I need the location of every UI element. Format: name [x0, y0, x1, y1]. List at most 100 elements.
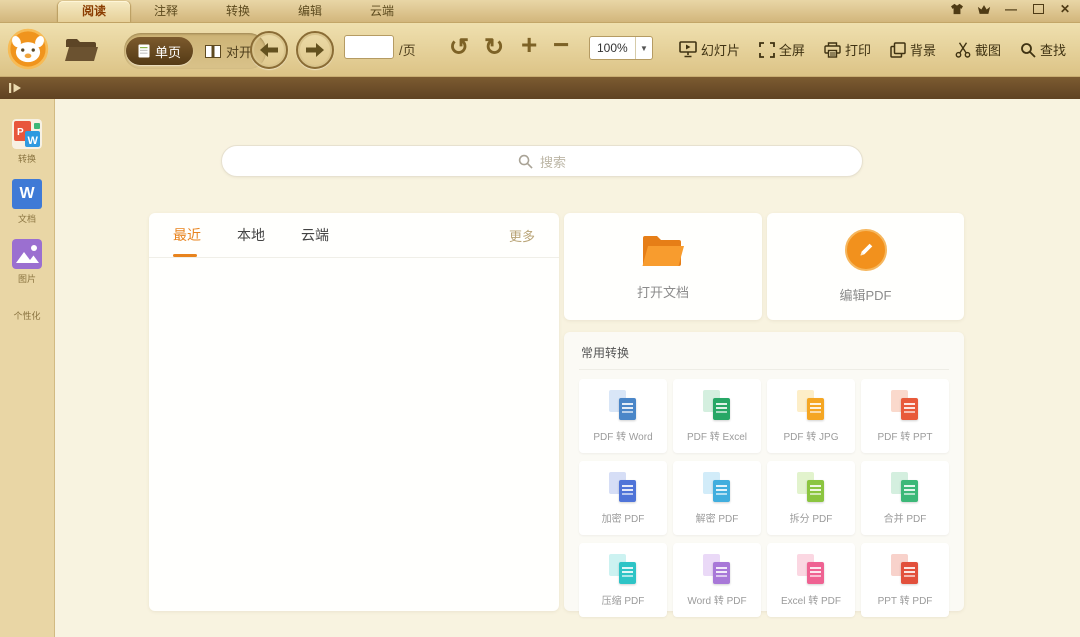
- tab-cloud-files[interactable]: 云端: [301, 213, 329, 257]
- conv-excel-to-pdf[interactable]: Excel 转 PDF: [767, 543, 855, 617]
- tab-recent[interactable]: 最近: [173, 213, 201, 257]
- zoom-out-button[interactable]: −: [553, 29, 569, 61]
- tab-edit[interactable]: 编辑: [274, 1, 346, 22]
- print-button[interactable]: 打印: [824, 40, 871, 59]
- conv-pdf-to-jpg[interactable]: PDF 转 JPG: [767, 379, 855, 453]
- shirt-icon: [951, 3, 963, 15]
- single-page-button[interactable]: 单页: [126, 37, 194, 65]
- tab-local[interactable]: 本地: [237, 213, 265, 257]
- collapse-panel-icon[interactable]: [8, 82, 22, 94]
- conversion-icon: [606, 471, 640, 504]
- svg-text:W: W: [28, 135, 39, 147]
- conversion-icon: [700, 553, 734, 586]
- fullscreen-icon: [759, 41, 775, 58]
- page-number-input[interactable]: [344, 35, 394, 59]
- zoom-in-button[interactable]: +: [521, 29, 537, 61]
- crown-icon: [977, 4, 991, 14]
- print-icon: [824, 41, 841, 58]
- conv-pdf-to-excel[interactable]: PDF 转 Excel: [673, 379, 761, 453]
- sidebar-personalize-link[interactable]: 个性化: [13, 309, 40, 322]
- conversion-icon: [700, 389, 734, 422]
- snapshot-button[interactable]: 截图: [955, 40, 1001, 59]
- sidebar-item-convert[interactable]: P W 转换: [12, 119, 42, 165]
- background-button[interactable]: 背景: [890, 40, 936, 59]
- image-icon: [12, 239, 42, 269]
- puppy-logo-icon: [7, 28, 49, 70]
- window-controls: — ✕: [950, 2, 1072, 16]
- fullscreen-button[interactable]: 全屏: [759, 40, 805, 59]
- conv-compress-pdf[interactable]: 压缩 PDF: [579, 543, 667, 617]
- search-placeholder: 搜索: [539, 154, 566, 170]
- main-toolbar: 单页 对开 /页 ↺ ↻ + − 100% ▼ 幻灯片 全屏 打印 背景 截图 …: [0, 23, 1080, 77]
- conversion-icon: [794, 389, 828, 422]
- zoom-level-select[interactable]: 100% ▼: [589, 36, 653, 60]
- conversion-icon: [888, 553, 922, 586]
- background-label: 背景: [909, 43, 936, 58]
- file-list-empty-body: [149, 258, 559, 611]
- conversion-icon: [794, 471, 828, 504]
- conv-word-to-pdf[interactable]: Word 转 PDF: [673, 543, 761, 617]
- rotate-right-button[interactable]: ↻: [484, 32, 504, 64]
- facing-page-icon: [205, 44, 222, 58]
- slideshow-button[interactable]: 幻灯片: [679, 40, 740, 59]
- ribbon-tabs: 阅读 注释 转换 编辑 云端: [58, 1, 418, 22]
- edit-pdf-label: 编辑PDF: [839, 288, 892, 303]
- previous-page-button[interactable]: [250, 31, 288, 69]
- arrow-left-icon: [260, 43, 278, 57]
- slideshow-icon: [679, 41, 697, 58]
- sidebar-item-image[interactable]: 图片: [12, 239, 42, 285]
- print-label: 打印: [844, 43, 871, 58]
- tab-cloud[interactable]: 云端: [346, 1, 418, 22]
- folder-icon: [65, 39, 98, 61]
- conversion-icon: [794, 553, 828, 586]
- sidebar-item-document[interactable]: W 文档: [12, 179, 42, 225]
- minimize-button[interactable]: —: [1004, 2, 1018, 16]
- page-suffix-label: /页: [399, 43, 416, 58]
- sidebar-item-label: 文档: [17, 214, 36, 224]
- vip-crown-icon[interactable]: [977, 2, 991, 16]
- more-link[interactable]: 更多: [509, 226, 535, 245]
- conversions-grid: PDF 转 Word PDF 转 Excel PDF 转 JPG PDF 转 P…: [579, 379, 949, 617]
- conv-encrypt-pdf[interactable]: 加密 PDF: [579, 461, 667, 535]
- tab-read[interactable]: 阅读: [58, 1, 130, 22]
- maximize-button[interactable]: [1031, 2, 1045, 16]
- facing-page-label: 对开: [226, 44, 253, 60]
- open-file-button[interactable]: [64, 36, 98, 64]
- edit-pdf-card[interactable]: 编辑PDF: [767, 213, 964, 320]
- skin-icon[interactable]: [950, 2, 964, 16]
- close-button[interactable]: ✕: [1058, 2, 1072, 16]
- rotate-left-button[interactable]: ↺: [449, 32, 469, 64]
- chevron-down-icon: ▼: [635, 37, 652, 59]
- word-doc-icon: W: [12, 179, 42, 209]
- open-folder-icon: [642, 236, 684, 266]
- next-page-button[interactable]: [296, 31, 334, 69]
- conversions-title: 常用转换: [579, 342, 949, 370]
- search-input[interactable]: 搜索: [221, 145, 863, 177]
- single-page-label: 单页: [155, 44, 182, 60]
- single-page-icon: [138, 44, 150, 58]
- find-button[interactable]: 查找: [1020, 40, 1066, 59]
- open-document-card[interactable]: 打开文档: [564, 213, 762, 320]
- conv-merge-pdf[interactable]: 合并 PDF: [861, 461, 949, 535]
- left-sidebar: P W 转换 W 文档 图片 个性化: [0, 99, 55, 637]
- conv-pdf-to-word[interactable]: PDF 转 Word: [579, 379, 667, 453]
- conversion-icon: [606, 553, 640, 586]
- conv-ppt-to-pdf[interactable]: PPT 转 PDF: [861, 543, 949, 617]
- conv-split-pdf[interactable]: 拆分 PDF: [767, 461, 855, 535]
- pencil-icon: [860, 243, 872, 256]
- content-area: P W 转换 W 文档 图片 个性化 搜索 最近 本地 云端 更多 打开文档 编…: [0, 99, 1080, 637]
- file-panel-header: 最近 本地 云端 更多: [149, 213, 559, 258]
- title-bar: 阅读 注释 转换 编辑 云端 — ✕: [0, 0, 1080, 23]
- home-pane: 搜索 最近 本地 云端 更多 打开文档 编辑PDF 常用转换 PDF 转 Wor…: [55, 99, 1080, 637]
- svg-text:P: P: [17, 127, 24, 138]
- arrow-right-icon: [306, 43, 324, 57]
- tab-convert[interactable]: 转换: [202, 1, 274, 22]
- tab-annotate[interactable]: 注释: [130, 1, 202, 22]
- conv-decrypt-pdf[interactable]: 解密 PDF: [673, 461, 761, 535]
- layers-icon: [890, 41, 906, 58]
- app-logo[interactable]: [7, 28, 49, 70]
- conv-pdf-to-ppt[interactable]: PDF 转 PPT: [861, 379, 949, 453]
- find-label: 查找: [1039, 43, 1066, 58]
- common-conversions-panel: 常用转换 PDF 转 Word PDF 转 Excel PDF 转 JPG PD…: [564, 332, 964, 617]
- open-document-label: 打开文档: [636, 285, 689, 300]
